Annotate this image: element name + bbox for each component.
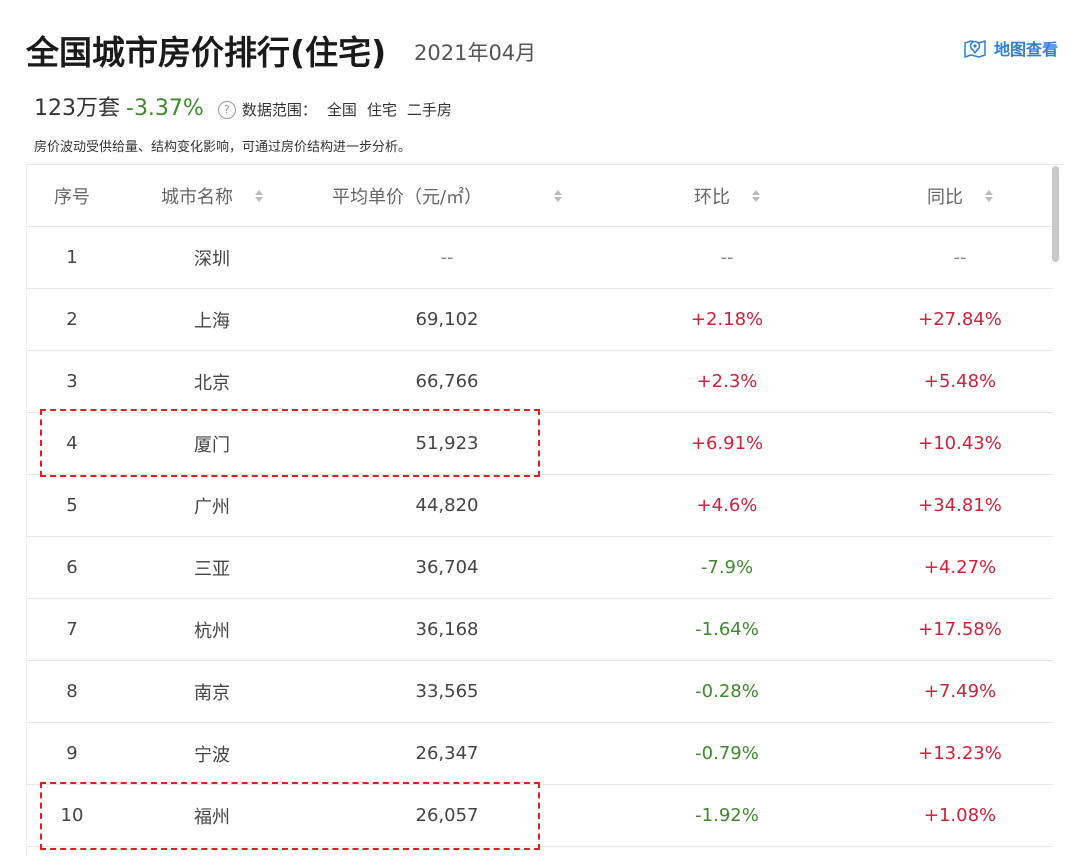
map-view-label: 地图查看 [993, 40, 1058, 59]
rank-cell: 4 [27, 412, 117, 475]
rank-cell: 10 [27, 784, 117, 847]
yoy-cell: -- [867, 226, 1053, 289]
price-cell: 66,766 [307, 350, 587, 413]
table-row[interactable]: 9 宁波 26,347 -0.79% +13.23% [27, 722, 1053, 785]
price-cell: 44,820 [307, 474, 587, 537]
mom-cell: -0.79% [587, 722, 867, 785]
city-cell: 深圳 [117, 226, 307, 289]
price-cell: -- [307, 226, 587, 289]
listing-count: 123万套 [34, 96, 120, 121]
mom-cell: +2.18% [587, 288, 867, 351]
mom-cell: +4.6% [587, 474, 867, 537]
table-row[interactable]: 10 福州 26,057 -1.92% +1.08% [27, 784, 1053, 847]
rank-cell: 7 [27, 598, 117, 661]
sort-icon[interactable] [985, 189, 993, 202]
table-row[interactable]: 6 三亚 36,704 -7.9% +4.27% [27, 536, 1053, 599]
sort-icon[interactable] [752, 189, 760, 202]
page: 全国城市房价排行(住宅) 2021年04月 地图查看 123万套 -3.37% … [0, 0, 1080, 856]
table-row[interactable]: 1 深圳 -- -- -- [27, 226, 1053, 289]
rank-cell: 5 [27, 474, 117, 537]
column-header-price[interactable]: 平均单价（元/㎡） [307, 165, 587, 227]
sort-icon[interactable] [554, 189, 563, 202]
city-cell: 三亚 [117, 536, 307, 599]
city-cell: 福州 [117, 784, 307, 847]
table-row[interactable]: 4 厦门 51,923 +6.91% +10.43% [27, 412, 1053, 475]
yoy-cell: +17.58% [867, 598, 1053, 661]
table-row[interactable]: 5 广州 44,820 +4.6% +34.81% [27, 474, 1053, 537]
scope-region: 全国 [326, 101, 357, 119]
scope-type: 住宅 [366, 101, 397, 119]
scope-label: 数据范围： [241, 101, 317, 119]
price-note: 房价波动受供给量、结构变化影响，可通过房价结构进一步分析。 [34, 140, 412, 155]
map-pin-icon [964, 40, 986, 58]
city-cell: 厦门 [117, 412, 307, 475]
rank-cell: 2 [27, 288, 117, 351]
summary-stats: 123万套 -3.37% ? 数据范围： 全国 住宅 二手房 [34, 90, 452, 122]
yoy-cell: +13.23% [867, 722, 1053, 785]
map-view-link[interactable]: 地图查看 [963, 36, 1058, 60]
report-date: 2021年04月 [414, 41, 537, 65]
price-cell: 36,168 [307, 598, 587, 661]
city-cell: 上海 [117, 288, 307, 351]
rank-cell: 1 [27, 226, 117, 289]
yoy-cell: +5.48% [867, 350, 1053, 413]
mom-cell: -0.28% [587, 660, 867, 723]
city-cell: 南京 [117, 660, 307, 723]
table-row[interactable]: 7 杭州 36,168 -1.64% +17.58% [27, 598, 1053, 661]
mom-cell: -1.92% [587, 784, 867, 847]
mom-cell: -7.9% [587, 536, 867, 599]
price-cell: 33,565 [307, 660, 587, 723]
price-cell: 36,704 [307, 536, 587, 599]
help-icon[interactable]: ? [217, 100, 236, 119]
sort-icon[interactable] [255, 189, 263, 202]
ranking-table-container: 序号 城市名称 平均单价（元/㎡） 环比 同比 1 深圳 -- -- -- 2 … [26, 164, 1063, 856]
yoy-cell: +1.08% [867, 784, 1053, 847]
rank-cell: 9 [27, 722, 117, 785]
table-row[interactable]: 3 北京 66,766 +2.3% +5.48% [27, 350, 1053, 413]
yoy-cell: +7.49% [867, 660, 1053, 723]
price-cell: 26,057 [307, 784, 587, 847]
rank-cell: 3 [27, 350, 117, 413]
ranking-table: 序号 城市名称 平均单价（元/㎡） 环比 同比 1 深圳 -- -- -- 2 … [27, 165, 1053, 847]
column-header-yoy[interactable]: 同比 [867, 165, 1053, 227]
overall-change: -3.37% [126, 96, 204, 121]
column-header-mom[interactable]: 环比 [587, 165, 867, 227]
price-cell: 69,102 [307, 288, 587, 351]
column-header-rank: 序号 [27, 165, 117, 227]
table-scrollbar[interactable] [1052, 166, 1059, 262]
table-header-row: 序号 城市名称 平均单价（元/㎡） 环比 同比 [27, 165, 1053, 227]
price-cell: 51,923 [307, 412, 587, 475]
table-row[interactable]: 2 上海 69,102 +2.18% +27.84% [27, 288, 1053, 351]
mom-cell: -1.64% [587, 598, 867, 661]
scope-market: 二手房 [406, 101, 452, 119]
page-title: 全国城市房价排行(住宅) [26, 33, 387, 72]
yoy-cell: +10.43% [867, 412, 1053, 475]
price-cell: 26,347 [307, 722, 587, 785]
rank-cell: 6 [27, 536, 117, 599]
rank-cell: 8 [27, 660, 117, 723]
yoy-cell: +34.81% [867, 474, 1053, 537]
yoy-cell: +4.27% [867, 536, 1053, 599]
yoy-cell: +27.84% [867, 288, 1053, 351]
city-cell: 宁波 [117, 722, 307, 785]
city-cell: 广州 [117, 474, 307, 537]
city-cell: 杭州 [117, 598, 307, 661]
mom-cell: +2.3% [587, 350, 867, 413]
mom-cell: -- [587, 226, 867, 289]
table-row[interactable]: 8 南京 33,565 -0.28% +7.49% [27, 660, 1053, 723]
city-cell: 北京 [117, 350, 307, 413]
column-header-city[interactable]: 城市名称 [117, 165, 307, 227]
mom-cell: +6.91% [587, 412, 867, 475]
